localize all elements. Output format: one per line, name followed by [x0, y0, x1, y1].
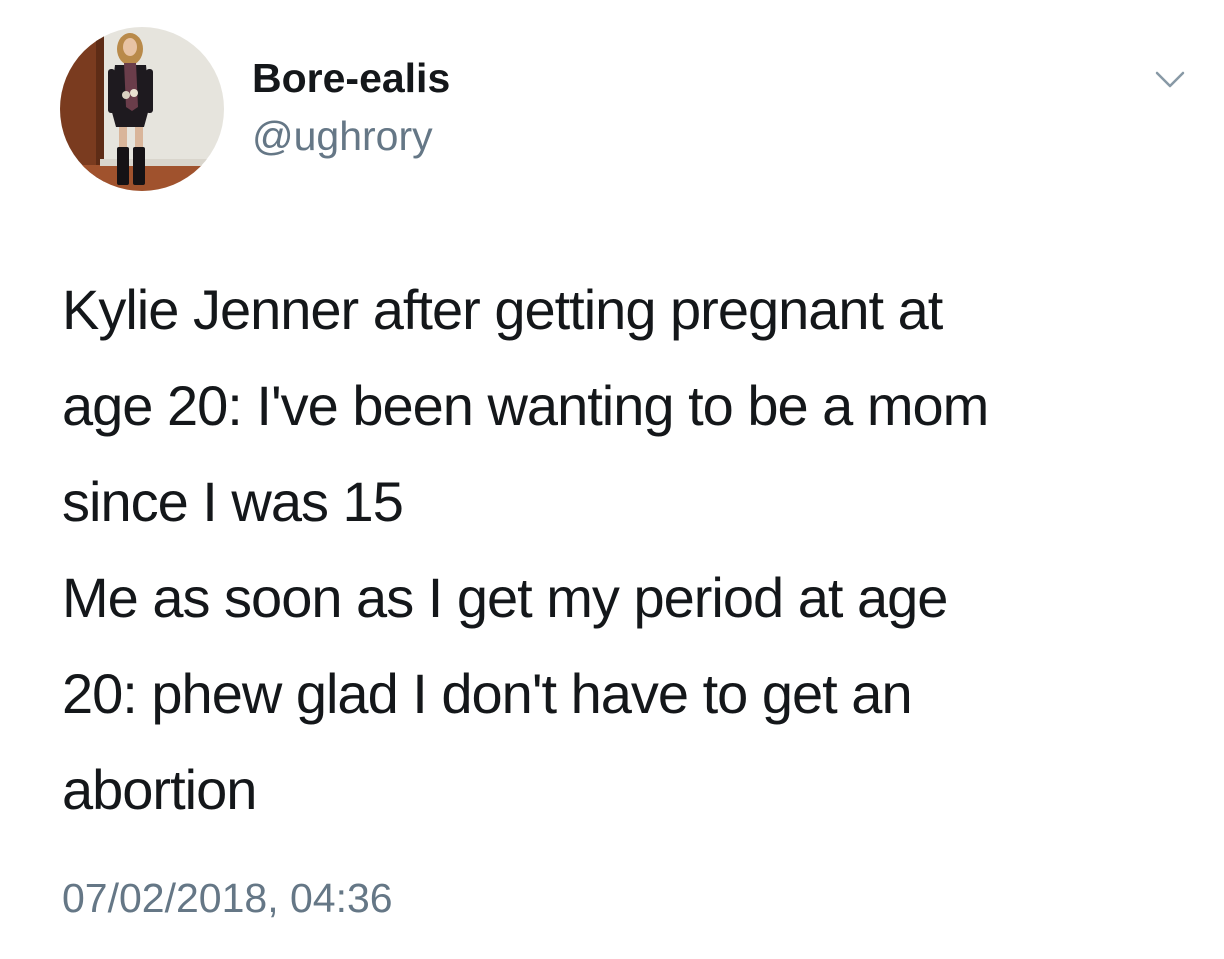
tweet-text: Kylie Jenner after getting pregnant at a…	[62, 262, 1172, 838]
tweet-text-line: 20: phew glad I don't have to get an	[62, 662, 913, 725]
tweet-text-line: Me as soon as I get my period at age	[62, 566, 948, 629]
tweet-text-line: abortion	[62, 758, 257, 821]
user-handle[interactable]: @ughrory	[252, 112, 433, 160]
tweet-text-line: Kylie Jenner after getting pregnant at	[62, 278, 943, 341]
profile-photo-icon	[60, 27, 224, 191]
tweet-text-line: since I was 15	[62, 470, 404, 533]
tweet-text-line: age 20: I've been wanting to be a mom	[62, 374, 989, 437]
tweet: Bore-ealis @ughrory Kylie Jenner after g…	[0, 0, 1224, 959]
chevron-down-icon[interactable]	[1150, 64, 1190, 94]
display-name[interactable]: Bore-ealis	[252, 54, 450, 102]
tweet-timestamp: 07/02/2018, 04:36	[62, 875, 393, 921]
avatar[interactable]	[60, 27, 224, 191]
